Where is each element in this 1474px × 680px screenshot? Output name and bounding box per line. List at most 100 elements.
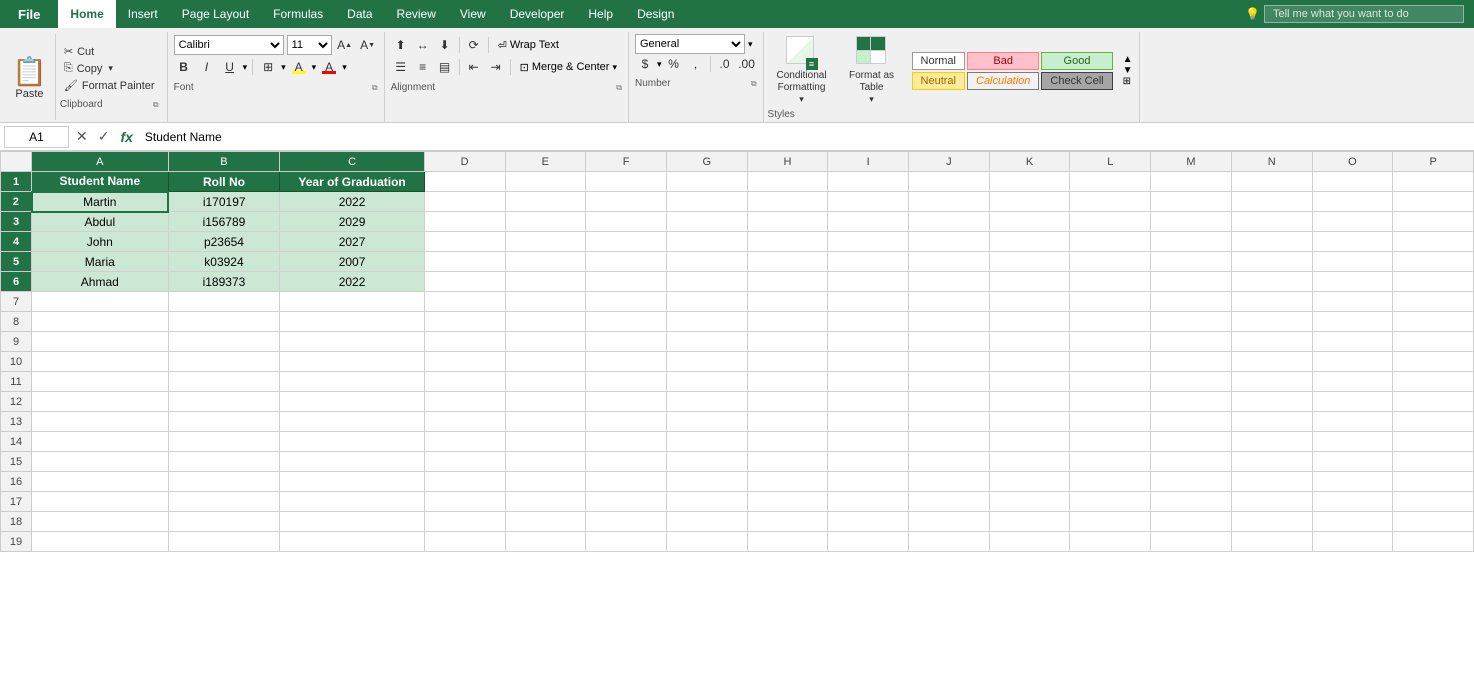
cell-6-14[interactable]: [1231, 272, 1312, 292]
cell-9-14[interactable]: [1231, 332, 1312, 352]
cell-19-13[interactable]: [1151, 532, 1232, 552]
cell-5-12[interactable]: [1070, 252, 1151, 272]
row-header-8[interactable]: 8: [1, 312, 32, 332]
col-header-m[interactable]: M: [1151, 152, 1232, 172]
cell-11-4[interactable]: [424, 372, 505, 392]
cell-8-5[interactable]: [505, 312, 586, 332]
cell-5-2[interactable]: k03924: [168, 252, 280, 272]
cancel-formula-button[interactable]: ✕: [73, 128, 91, 145]
cell-15-3[interactable]: [280, 452, 424, 472]
cell-13-15[interactable]: [1312, 412, 1393, 432]
styles-scroll-up-icon[interactable]: ▲: [1123, 54, 1133, 65]
align-left-button[interactable]: ☰: [391, 57, 411, 77]
cell-15-14[interactable]: [1231, 452, 1312, 472]
col-header-a[interactable]: A: [32, 152, 169, 172]
fill-color-button[interactable]: A: [289, 57, 309, 77]
cell-17-10[interactable]: [909, 492, 990, 512]
cell-18-4[interactable]: [424, 512, 505, 532]
cell-6-6[interactable]: [586, 272, 667, 292]
cell-3-15[interactable]: [1312, 212, 1393, 232]
cell-10-3[interactable]: [280, 352, 424, 372]
cell-2-2[interactable]: i170197: [168, 192, 280, 212]
cell-16-16[interactable]: [1393, 472, 1474, 492]
cell-17-4[interactable]: [424, 492, 505, 512]
cell-18-2[interactable]: [168, 512, 280, 532]
cell-9-12[interactable]: [1070, 332, 1151, 352]
cell-7-4[interactable]: [424, 292, 505, 312]
cell-4-9[interactable]: [828, 232, 909, 252]
col-header-j[interactable]: J: [909, 152, 990, 172]
dollar-button[interactable]: $: [635, 54, 655, 74]
cell-11-15[interactable]: [1312, 372, 1393, 392]
cell-3-12[interactable]: [1070, 212, 1151, 232]
cell-5-14[interactable]: [1231, 252, 1312, 272]
menu-page-layout[interactable]: Page Layout: [170, 0, 261, 28]
cell-12-5[interactable]: [505, 392, 586, 412]
cell-12-9[interactable]: [828, 392, 909, 412]
cell-8-15[interactable]: [1312, 312, 1393, 332]
cell-6-10[interactable]: [909, 272, 990, 292]
cell-1-6[interactable]: [586, 172, 667, 192]
cell-19-11[interactable]: [989, 532, 1070, 552]
cell-9-8[interactable]: [747, 332, 828, 352]
cell-16-14[interactable]: [1231, 472, 1312, 492]
font-color-button[interactable]: A: [319, 57, 339, 77]
row-header-2[interactable]: 2: [1, 192, 32, 212]
cell-17-16[interactable]: [1393, 492, 1474, 512]
cell-5-7[interactable]: [666, 252, 747, 272]
cell-18-10[interactable]: [909, 512, 990, 532]
cell-15-7[interactable]: [666, 452, 747, 472]
cell-16-10[interactable]: [909, 472, 990, 492]
formula-input[interactable]: [141, 130, 1470, 144]
underline-button[interactable]: U: [220, 57, 240, 77]
decrease-decimal-button[interactable]: .0: [715, 54, 735, 74]
cell-7-3[interactable]: [280, 292, 424, 312]
cell-10-10[interactable]: [909, 352, 990, 372]
cell-15-5[interactable]: [505, 452, 586, 472]
cell-4-8[interactable]: [747, 232, 828, 252]
decrease-font-button[interactable]: A▼: [358, 35, 378, 55]
cell-18-8[interactable]: [747, 512, 828, 532]
cell-13-16[interactable]: [1393, 412, 1474, 432]
cell-12-10[interactable]: [909, 392, 990, 412]
cell-5-8[interactable]: [747, 252, 828, 272]
cell-5-11[interactable]: [989, 252, 1070, 272]
style-calculation-button[interactable]: Calculation: [967, 72, 1039, 90]
underline-dropdown-icon[interactable]: ▾: [243, 62, 248, 73]
cell-10-1[interactable]: [32, 352, 169, 372]
cell-14-16[interactable]: [1393, 432, 1474, 452]
cell-14-12[interactable]: [1070, 432, 1151, 452]
cell-1-8[interactable]: [747, 172, 828, 192]
cell-17-6[interactable]: [586, 492, 667, 512]
styles-scroll-down-icon[interactable]: ▼: [1123, 65, 1133, 76]
cell-13-13[interactable]: [1151, 412, 1232, 432]
cell-6-9[interactable]: [828, 272, 909, 292]
border-button[interactable]: ⊞: [258, 57, 278, 77]
cell-8-11[interactable]: [989, 312, 1070, 332]
style-neutral-button[interactable]: Neutral: [912, 72, 965, 90]
cell-17-15[interactable]: [1312, 492, 1393, 512]
cell-6-3[interactable]: 2022: [280, 272, 424, 292]
cell-6-13[interactable]: [1151, 272, 1232, 292]
cell-3-5[interactable]: [505, 212, 586, 232]
cell-5-10[interactable]: [909, 252, 990, 272]
cell-2-9[interactable]: [828, 192, 909, 212]
cell-17-12[interactable]: [1070, 492, 1151, 512]
cell-6-4[interactable]: [424, 272, 505, 292]
cell-2-11[interactable]: [989, 192, 1070, 212]
alignment-expand-icon[interactable]: ⧉: [616, 83, 622, 93]
col-header-e[interactable]: E: [505, 152, 586, 172]
menu-view[interactable]: View: [448, 0, 498, 28]
cell-4-12[interactable]: [1070, 232, 1151, 252]
cell-13-14[interactable]: [1231, 412, 1312, 432]
copy-button[interactable]: ⎘ Copy ▾: [60, 61, 159, 76]
cell-16-6[interactable]: [586, 472, 667, 492]
col-header-g[interactable]: G: [666, 152, 747, 172]
cell-7-7[interactable]: [666, 292, 747, 312]
cell-8-7[interactable]: [666, 312, 747, 332]
fill-dropdown-icon[interactable]: ▾: [312, 62, 317, 73]
percent-button[interactable]: %: [664, 54, 684, 74]
cell-15-13[interactable]: [1151, 452, 1232, 472]
cell-1-9[interactable]: [828, 172, 909, 192]
col-header-o[interactable]: O: [1312, 152, 1393, 172]
